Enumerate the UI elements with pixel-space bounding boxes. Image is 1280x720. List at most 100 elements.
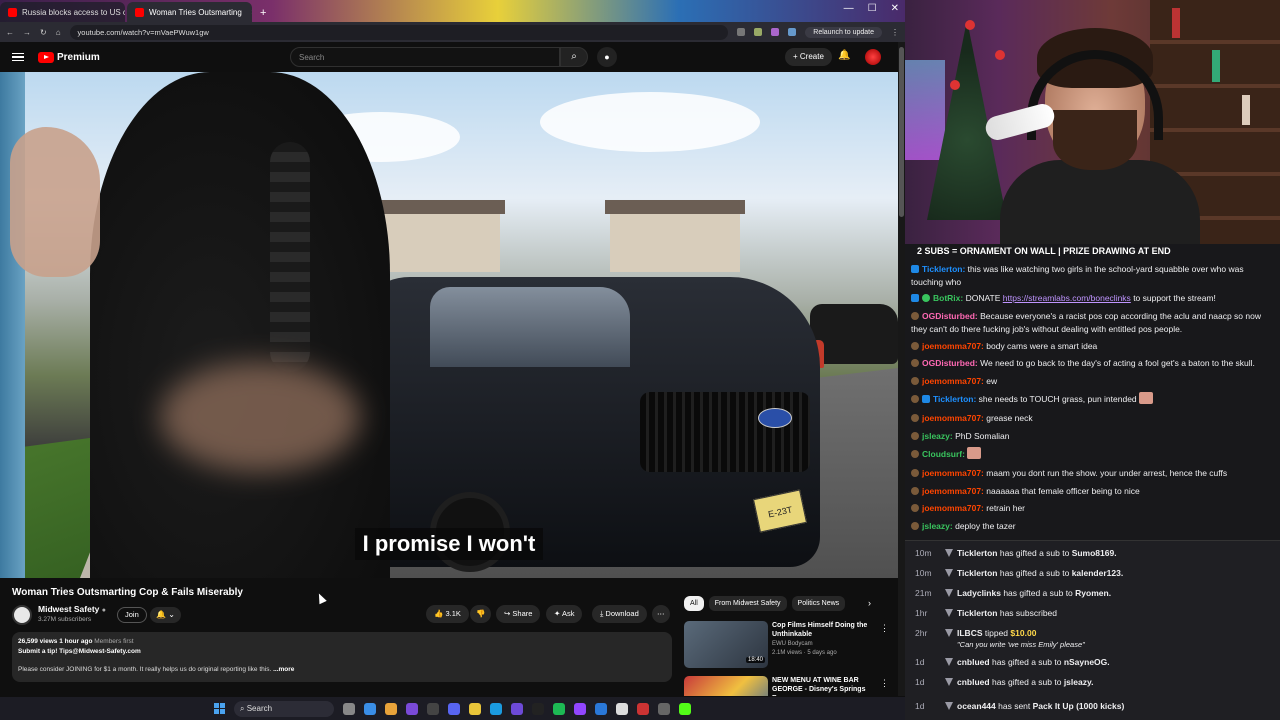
filter-chip-all[interactable]: All <box>684 596 704 611</box>
search-input[interactable]: Search <box>290 47 560 67</box>
youtube-logo[interactable]: Premium <box>38 51 100 63</box>
gift-icon <box>945 658 953 666</box>
user-avatar[interactable] <box>865 49 881 65</box>
extension-icon[interactable] <box>788 28 797 36</box>
subscription-bell-button[interactable]: 🔔 ⌄ <box>150 607 181 623</box>
chat-username[interactable]: Cloudsurf: <box>922 449 965 459</box>
description-box[interactable]: 26,599 views 1 hour ago Members first Su… <box>12 632 672 682</box>
recommended-title[interactable]: NEW MENU AT WINE BAR GEORGE - Disney's S… <box>772 676 877 696</box>
show-more-link[interactable]: ...more <box>273 666 294 673</box>
chat-username[interactable]: jsleazy: <box>922 521 953 531</box>
more-horizontal-icon: ⋯ <box>657 609 665 618</box>
emote-icon <box>1139 392 1154 404</box>
app-icon[interactable] <box>595 702 607 715</box>
app-icon[interactable] <box>427 702 439 715</box>
chrome-icon[interactable] <box>385 702 397 715</box>
chat-username[interactable]: jsleazy: <box>922 431 953 441</box>
chat-username[interactable]: joemomma707: <box>922 503 984 513</box>
discord-icon[interactable] <box>448 702 460 715</box>
relaunch-button[interactable]: Relaunch to update <box>805 26 882 38</box>
chat-text: We need to go back to the day's of actin… <box>980 358 1255 368</box>
chat-username[interactable]: joemomma707: <box>922 376 984 386</box>
file-explorer-icon[interactable] <box>469 702 481 715</box>
ask-button[interactable]: ✦ Ask <box>546 605 583 623</box>
more-actions-button[interactable]: ⋯ <box>652 605 670 623</box>
taskbar-search[interactable]: ⌕ Search <box>234 700 334 717</box>
bell-icon: 🔔 <box>156 610 166 619</box>
recommended-video[interactable]: NEW MENU AT WINE BAR GEORGE - Disney's S… <box>684 676 894 696</box>
chat-username[interactable]: OGDisturbed: <box>922 358 978 368</box>
download-button[interactable]: ⤓ Download <box>592 605 647 623</box>
page-scrollbar[interactable] <box>898 42 905 696</box>
microphone-icon: ● <box>604 52 610 62</box>
browser-tab[interactable]: Russia blocks access to US ch ✕ <box>0 2 125 22</box>
recommended-title[interactable]: Cop Films Himself Doing the Unthinkable <box>772 621 877 639</box>
create-button[interactable]: + Create <box>785 48 832 66</box>
twitch-icon[interactable] <box>574 702 586 715</box>
app-icon[interactable] <box>406 702 418 715</box>
recommended-video[interactable]: 18:40 Cop Films Himself Doing the Unthin… <box>684 621 894 671</box>
filter-chip-channel[interactable]: From Midwest Safety <box>708 596 787 611</box>
windows-start-icon[interactable] <box>214 703 225 714</box>
chevron-right-icon[interactable]: › <box>868 598 871 608</box>
close-tab-icon[interactable]: ✕ <box>251 8 252 17</box>
task-view-icon[interactable] <box>343 702 355 715</box>
filter-chip-politics[interactable]: Politics News <box>791 596 846 611</box>
more-vertical-icon[interactable]: ⋮ <box>880 623 889 634</box>
app-icon[interactable] <box>511 702 523 715</box>
description-line: Submit a tip! Tips@Midwest-Safety.com <box>18 648 141 655</box>
dislike-button[interactable]: 👎 <box>470 605 492 623</box>
channel-name[interactable]: Midwest Safety ● <box>38 604 106 614</box>
extension-icon[interactable] <box>771 28 780 36</box>
app-icon[interactable] <box>637 702 649 715</box>
browser-menu-icon[interactable]: ⋮ <box>891 28 899 37</box>
thumbs-down-icon: 👎 <box>476 609 486 618</box>
ask-label: Ask <box>561 609 575 618</box>
video-thumbnail[interactable] <box>684 676 768 696</box>
chat-username[interactable]: Ticklerton: <box>922 264 965 274</box>
chat-link[interactable]: https://streamlabs.com/boneclinks <box>1003 293 1131 303</box>
event-time: 1d <box>915 701 925 711</box>
kick-app-icon[interactable] <box>679 702 691 715</box>
address-bar[interactable]: youtube.com/watch?v=mVaePWuw1gw <box>69 24 729 40</box>
new-tab-icon[interactable]: + <box>254 7 272 22</box>
extension-icon[interactable] <box>754 28 763 36</box>
app-icon[interactable] <box>616 702 628 715</box>
chat-username[interactable]: BotRix: <box>933 293 963 303</box>
like-button[interactable]: 👍 3.1K <box>426 605 469 623</box>
chat-username[interactable]: joemomma707: <box>922 468 984 478</box>
app-icon[interactable] <box>658 702 670 715</box>
video-player[interactable]: E-23T I promise I won't <box>0 72 898 578</box>
channel-avatar[interactable] <box>12 605 32 625</box>
event-target: kalender123. <box>1071 568 1124 578</box>
back-icon[interactable]: ← <box>6 28 14 37</box>
app-icon[interactable] <box>532 702 544 715</box>
chat-username[interactable]: Ticklerton: <box>933 394 976 404</box>
maximize-icon[interactable]: ☐ <box>868 3 877 14</box>
cloud <box>540 92 760 152</box>
search-button[interactable]: ⌕ <box>560 47 588 67</box>
reload-icon[interactable]: ↻ <box>40 28 47 37</box>
chat-username[interactable]: OGDisturbed: <box>922 311 978 321</box>
close-window-icon[interactable]: ✕ <box>891 3 899 14</box>
menu-icon[interactable] <box>12 52 24 62</box>
minimize-icon[interactable]: — <box>844 3 854 14</box>
steam-icon[interactable] <box>490 702 502 715</box>
spotify-icon[interactable] <box>553 702 565 715</box>
edge-icon[interactable] <box>364 702 376 715</box>
browser-tab-active[interactable]: Woman Tries Outsmarting ✕ <box>127 2 252 22</box>
chat-username[interactable]: joemomma707: <box>922 341 984 351</box>
forward-icon[interactable]: → <box>23 28 31 37</box>
more-vertical-icon[interactable]: ⋮ <box>880 678 889 689</box>
chat-username[interactable]: joemomma707: <box>922 486 984 496</box>
event-time: 21m <box>915 588 932 598</box>
chat-username[interactable]: joemomma707: <box>922 413 984 423</box>
home-icon[interactable]: ⌂ <box>56 28 61 37</box>
extension-icon[interactable] <box>737 28 746 36</box>
scrollbar-thumb[interactable] <box>899 47 904 217</box>
share-button[interactable]: ↪ Share <box>496 605 541 623</box>
join-button[interactable]: Join <box>117 607 147 623</box>
chat-text: grease neck <box>986 413 1033 423</box>
voice-search-button[interactable]: ● <box>597 47 617 67</box>
notifications-bell-icon[interactable]: 🔔 <box>838 50 850 61</box>
